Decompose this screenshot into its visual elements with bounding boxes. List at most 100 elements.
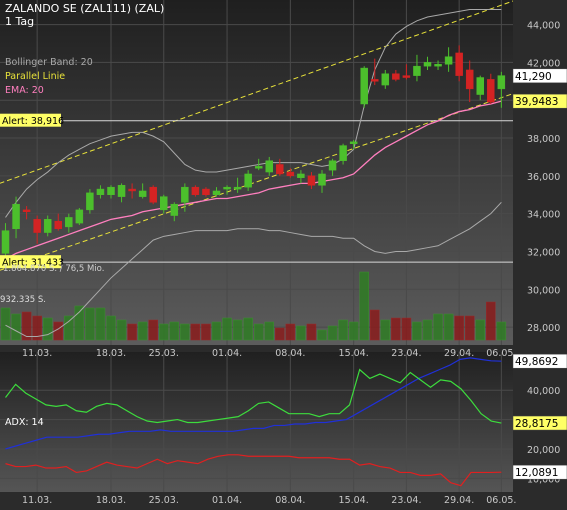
candle-body bbox=[244, 173, 252, 188]
price-chart-canvas: 28,000 30,000 32,000 34,000 36,000 38,000 40,0… bbox=[0, 0, 567, 510]
candle-body bbox=[434, 64, 442, 67]
volume-bar bbox=[243, 317, 253, 341]
price-ytick-label: 36,000 bbox=[527, 172, 560, 183]
volume-bar bbox=[338, 319, 348, 341]
price-xtick-label: 01.04. bbox=[212, 348, 242, 359]
candle-body bbox=[170, 203, 179, 216]
volume-bar bbox=[327, 325, 338, 341]
volume-bar bbox=[317, 329, 327, 341]
volume-bar bbox=[401, 317, 412, 341]
volume-bar bbox=[137, 321, 148, 341]
candle-body bbox=[181, 186, 189, 203]
adx-xtick-label: 25.03. bbox=[149, 495, 179, 506]
parallel-price-tag: 39,9483 bbox=[515, 96, 558, 108]
adx-ytick-label: 20,000 bbox=[527, 445, 560, 456]
price-ytick-label: 44,000 bbox=[527, 21, 560, 32]
candle-body bbox=[96, 188, 105, 195]
adx-panel-background bbox=[0, 352, 513, 492]
volume-bar bbox=[264, 321, 274, 341]
volume-bar bbox=[370, 309, 380, 341]
candle-body bbox=[465, 69, 474, 90]
candle-body bbox=[117, 185, 126, 197]
candle-body bbox=[371, 79, 379, 82]
candle-body bbox=[33, 219, 41, 233]
volume-bar bbox=[127, 323, 137, 341]
adx-xtick-label: 06.05. bbox=[486, 495, 516, 506]
candle-body bbox=[1, 230, 10, 254]
volume-bar bbox=[11, 313, 21, 341]
price-ytick-label: 34,000 bbox=[527, 210, 560, 221]
candle-body bbox=[339, 145, 347, 161]
candle-body bbox=[75, 209, 84, 224]
price-ytick-label: 42,000 bbox=[527, 58, 560, 69]
volume-bar bbox=[159, 323, 169, 341]
volume-bar bbox=[380, 319, 391, 341]
price-ytick-label: 28,000 bbox=[527, 323, 560, 334]
candle-body bbox=[360, 67, 368, 105]
volume-bar bbox=[95, 307, 106, 341]
volume-bar bbox=[253, 323, 264, 341]
adx-xtick-label: 01.04. bbox=[212, 495, 242, 506]
candle-body bbox=[128, 188, 136, 192]
adx-ytick-label: 40,000 bbox=[527, 386, 560, 397]
volume-bar bbox=[422, 319, 433, 341]
candle-body bbox=[476, 77, 484, 95]
chart-root: 28,000 30,000 32,000 34,000 36,000 38,000 40,0… bbox=[0, 0, 567, 510]
candle-body bbox=[212, 190, 221, 195]
di-minus-value-tag: 12,0891 bbox=[515, 467, 558, 479]
candle-body bbox=[392, 73, 400, 80]
candle-body bbox=[233, 186, 242, 190]
price-xtick-label: 25.03. bbox=[149, 348, 179, 359]
candle-body bbox=[328, 160, 337, 171]
volume-bar bbox=[496, 321, 507, 341]
volume-bar bbox=[222, 317, 232, 341]
adx-xtick-label: 08.04. bbox=[275, 495, 305, 506]
volume-bar bbox=[64, 315, 74, 341]
volume-label-second: 932.335 S. bbox=[0, 295, 46, 305]
volume-bar bbox=[306, 323, 317, 341]
price-xtick-label: 06.05. bbox=[486, 348, 516, 359]
volume-bar bbox=[359, 271, 369, 341]
price-ytick-label: 38,000 bbox=[527, 134, 560, 145]
adx-xtick-label: 15.04. bbox=[339, 495, 369, 506]
volume-bar bbox=[285, 323, 296, 341]
candle-body bbox=[265, 160, 273, 173]
candle-body bbox=[297, 173, 305, 178]
di-plus-value-tag: 28,8175 bbox=[515, 418, 558, 430]
volume-bar bbox=[232, 319, 243, 341]
volume-bar bbox=[391, 317, 401, 341]
candle-body bbox=[138, 190, 147, 197]
volume-bar bbox=[190, 323, 201, 341]
volume-bar bbox=[85, 307, 95, 341]
candle-body bbox=[444, 56, 453, 65]
volume-bar bbox=[42, 317, 53, 341]
volume-bar bbox=[148, 319, 158, 341]
last-price-tag: 41,290 bbox=[515, 71, 552, 83]
volume-label-first: 1.864.870 S. / 76,5 Mio. bbox=[3, 264, 104, 274]
volume-bar bbox=[116, 319, 127, 341]
volume-bar bbox=[412, 321, 422, 341]
alert-label-upper: Alert: 38,916 bbox=[2, 116, 64, 127]
candle-body bbox=[286, 171, 295, 177]
volume-bar bbox=[74, 305, 85, 341]
candle-body bbox=[65, 217, 73, 228]
price-ytick-label: 30,000 bbox=[527, 285, 560, 296]
candle-body bbox=[349, 141, 358, 144]
candle-body bbox=[276, 164, 284, 175]
chart-title: ZALANDO SE (ZAL111) (ZAL) bbox=[5, 2, 164, 15]
volume-bar bbox=[454, 315, 464, 341]
candle-body bbox=[160, 196, 168, 211]
adx-value-tag: 49,8692 bbox=[515, 356, 558, 368]
adx-xtick-label: 18.03. bbox=[96, 495, 126, 506]
price-xtick-label: 15.04. bbox=[339, 348, 369, 359]
candle-body bbox=[43, 219, 52, 233]
candle-body bbox=[86, 192, 94, 211]
volume-bar bbox=[169, 321, 180, 341]
candle-body bbox=[254, 166, 263, 169]
volume-bar bbox=[211, 321, 222, 341]
candle-body bbox=[149, 186, 157, 203]
adx-xtick-label: 29.04. bbox=[444, 495, 474, 506]
legend-adx: ADX: 14 bbox=[5, 417, 44, 428]
candle-body bbox=[191, 186, 200, 195]
candle-body bbox=[455, 52, 463, 76]
